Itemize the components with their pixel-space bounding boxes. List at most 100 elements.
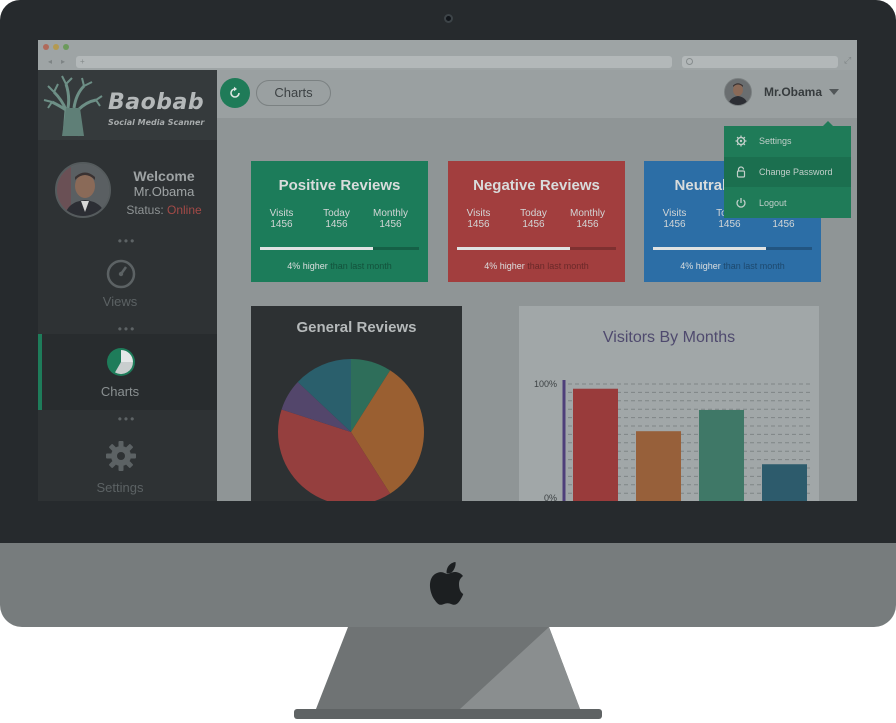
stat-today: Today1456 — [506, 208, 561, 230]
gear-icon — [106, 441, 136, 471]
brand-name: Baobab — [108, 90, 205, 115]
divider-dots: ••• — [117, 234, 137, 248]
menu-item-settings[interactable]: Settings — [724, 126, 851, 156]
profile-panel: Welcome Mr.Obama Status: Online — [38, 140, 217, 235]
menu-item-logout[interactable]: Logout — [724, 188, 851, 218]
sidebar-item-settings[interactable]: Settings — [38, 426, 217, 501]
power-icon — [736, 198, 746, 208]
stat-label: Visits — [269, 208, 294, 219]
stat-value: 1456 — [772, 219, 795, 230]
progress-bar — [260, 247, 419, 250]
comparison-note: 4% higher than last month — [448, 261, 625, 271]
sidebar-item-views[interactable]: Views — [38, 254, 217, 330]
search-icon — [686, 58, 693, 65]
bar-chart: 100% 0% — [534, 379, 813, 501]
user-menu-name[interactable]: Mr.Obama — [764, 85, 822, 99]
divider-dots: ••• — [117, 322, 137, 336]
sidebar: Baobab Social Media Scanner Welcome Mr.O… — [38, 70, 217, 501]
pie-chart-title: General Reviews — [296, 319, 417, 336]
divider-dots: ••• — [117, 412, 137, 426]
stat-label: Monthly — [569, 208, 605, 219]
forward-icon[interactable]: ▸ — [57, 56, 69, 67]
browser-toolbar: ◂ ▸ + ⤢ — [38, 54, 857, 70]
stat-value: 1456 — [379, 219, 402, 230]
stat-card[interactable]: Negative Reviews Visits 1456 Today 1456 Month… — [448, 161, 625, 282]
maximize-window-icon[interactable] — [63, 44, 69, 50]
address-bar[interactable]: + — [76, 56, 672, 68]
stat-value: 1456 — [522, 219, 545, 230]
bar-2[interactable] — [636, 431, 681, 501]
menu-item-label: Settings — [759, 136, 792, 146]
screen: ◂ ▸ + ⤢ Baobab Social Media Scanner Welc… — [38, 40, 857, 501]
avatar[interactable] — [55, 162, 111, 218]
general-reviews-panel: General Reviews — [251, 306, 462, 501]
card-title: Positive Reviews — [278, 177, 401, 194]
note-highlight: 4% higher — [484, 261, 525, 271]
top-bar: Charts Mr.Obama — [217, 70, 857, 118]
menu-item-change-password[interactable]: Change Password — [724, 157, 851, 187]
y-tick-label: 0% — [544, 493, 557, 501]
progress-fill — [457, 247, 570, 250]
stat-visits: Visits 1456 — [451, 208, 506, 230]
stat-card[interactable]: Positive Reviews Visits 1456 Today 1456 Month… — [251, 161, 428, 282]
lock-icon — [736, 166, 746, 178]
menu-item-label: Change Password — [759, 167, 833, 177]
monitor-stand — [294, 627, 602, 719]
refresh-button[interactable] — [220, 78, 250, 108]
note-text: than last month — [720, 261, 785, 271]
brand-logo[interactable]: Baobab Social Media Scanner — [38, 70, 217, 140]
stat-label: Monthly — [372, 208, 408, 219]
bar-3[interactable] — [699, 409, 744, 501]
note-highlight: 4% higher — [287, 261, 328, 271]
close-window-icon[interactable] — [43, 44, 49, 50]
status-badge: Online — [167, 203, 202, 217]
avatar[interactable] — [724, 78, 752, 106]
expand-icon[interactable]: ⤢ — [844, 55, 854, 65]
sidebar-user-name: Mr.Obama — [133, 184, 195, 199]
apple-logo-icon — [429, 562, 464, 605]
progress-bar — [653, 247, 812, 250]
stat-value: 1456 — [718, 219, 741, 230]
breadcrumb[interactable]: Charts — [256, 80, 331, 106]
back-icon[interactable]: ◂ — [44, 56, 56, 67]
browser-search-field[interactable] — [682, 56, 838, 68]
pie-chart-icon — [107, 348, 135, 376]
stat-value: 1456 — [576, 219, 599, 230]
stat-monthly: Monthly1456 — [560, 208, 615, 230]
gauge-icon — [106, 259, 136, 289]
stat-value: 1456 — [325, 219, 348, 230]
sidebar-item-label: Settings — [96, 480, 144, 495]
note-text: than last month — [524, 261, 589, 271]
welcome-heading: Welcome — [133, 168, 195, 184]
stat-label: Today — [323, 208, 350, 219]
stat-label: Visits — [466, 208, 491, 219]
visitors-by-months-panel: Visitors By Months 100% 0% — [519, 306, 819, 501]
user-dropdown-menu: Settings Change Password Logout — [724, 121, 851, 218]
minimize-window-icon[interactable] — [53, 44, 59, 50]
user-photo — [57, 164, 109, 216]
progress-fill — [260, 247, 373, 250]
stat-visits: Visits 1456 — [647, 208, 702, 230]
y-tick-label: 100% — [534, 379, 557, 389]
stat-label: Visits — [662, 208, 687, 219]
status-text: Status: Online — [116, 203, 212, 217]
bar-1[interactable] — [573, 388, 618, 501]
sidebar-item-label: Views — [102, 294, 138, 309]
user-photo — [725, 79, 751, 105]
stat-label: Today — [520, 208, 547, 219]
sidebar-item-label: Charts — [100, 384, 140, 399]
stat-value: 1456 — [467, 219, 490, 230]
stat-value: 1456 — [270, 219, 293, 230]
progress-fill — [653, 247, 766, 250]
gear-icon — [735, 135, 747, 147]
brand-tagline: Social Media Scanner — [108, 118, 205, 127]
baobab-tree-icon — [43, 75, 103, 137]
camera-icon — [444, 14, 453, 23]
note-text: than last month — [327, 261, 392, 271]
chevron-down-icon[interactable] — [829, 89, 839, 95]
bar-4[interactable] — [762, 464, 807, 501]
sidebar-item-charts[interactable]: Charts — [38, 334, 217, 410]
pie-chart — [278, 359, 424, 501]
browser-chrome: ◂ ▸ + ⤢ — [38, 40, 857, 70]
refresh-icon — [230, 86, 240, 98]
